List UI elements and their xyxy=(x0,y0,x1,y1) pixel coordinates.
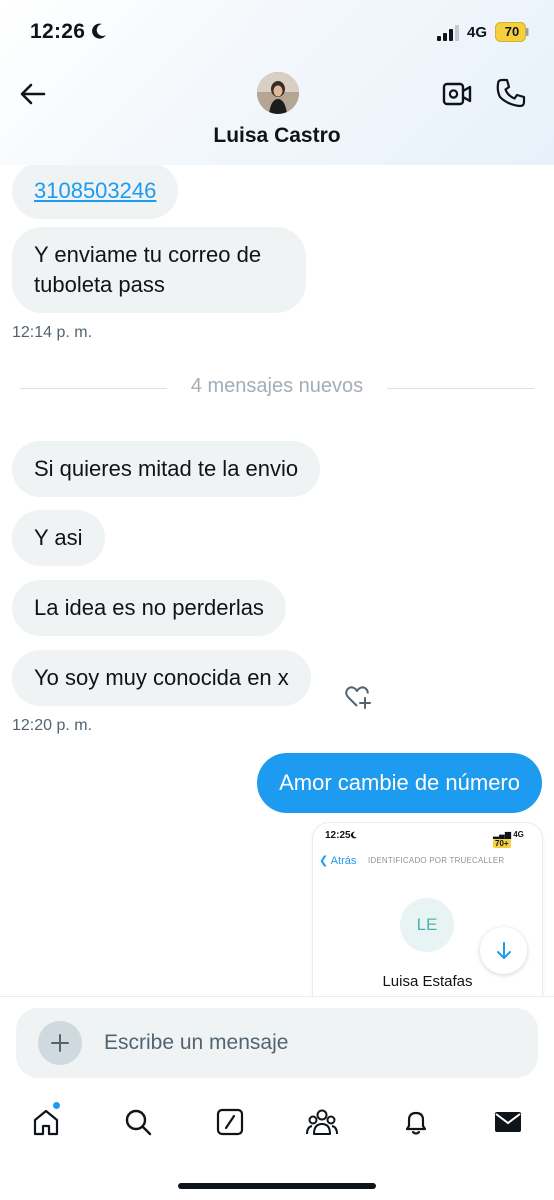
nav-messages[interactable] xyxy=(488,1102,528,1142)
add-reaction-icon[interactable] xyxy=(343,681,373,711)
message-text: Y asi xyxy=(34,525,83,550)
back-arrow-icon xyxy=(20,83,46,105)
outgoing-message-bubble[interactable]: Amor cambie de número xyxy=(257,753,542,813)
nav-communities[interactable] xyxy=(302,1102,342,1142)
grok-icon xyxy=(216,1108,244,1136)
image-battery: 70+ xyxy=(493,839,511,848)
battery-icon: 70 xyxy=(495,22,529,42)
nav-notifications[interactable] xyxy=(396,1102,436,1142)
message-text[interactable]: 3108503246 xyxy=(34,178,156,203)
message-bubble[interactable]: Y enviame tu correo de tuboleta pass xyxy=(12,227,306,313)
bell-icon xyxy=(405,1111,427,1135)
image-back-link: ❮ Atrás xyxy=(319,854,356,867)
bottom-nav xyxy=(0,1090,554,1160)
battery-level: 70 xyxy=(504,24,520,39)
message-text: Si quieres mitad te la envio xyxy=(34,456,299,481)
video-camera-icon xyxy=(442,82,472,106)
message-bubble[interactable]: Y asi xyxy=(12,510,105,566)
status-time: 12:26 xyxy=(30,20,86,43)
message-text: Yo soy muy conocida en x xyxy=(34,665,289,690)
image-back-label: Atrás xyxy=(330,855,357,867)
message-input[interactable] xyxy=(104,1008,464,1078)
home-indicator xyxy=(178,1183,376,1189)
nav-grok[interactable] xyxy=(210,1102,250,1142)
add-media-button[interactable] xyxy=(38,1021,82,1065)
nav-home[interactable] xyxy=(26,1102,66,1142)
message-bubble[interactable]: Yo soy muy conocida en x xyxy=(12,650,311,706)
composer-divider xyxy=(0,996,554,997)
image-status-icons: ▂▄▆ 4G 70+ xyxy=(493,830,524,848)
message-text: Y enviame tu correo de tuboleta pass xyxy=(34,242,262,297)
avatar-photo-icon xyxy=(257,72,299,114)
message-composer[interactable] xyxy=(16,1008,538,1078)
phone-call-button[interactable] xyxy=(494,76,528,110)
message-bubble[interactable]: Si quieres mitad te la envio xyxy=(12,441,321,497)
home-notification-dot xyxy=(53,1102,60,1109)
signal-icon xyxy=(437,25,459,41)
image-contact-initials: LE xyxy=(400,898,454,952)
divider-line-right xyxy=(387,388,534,389)
search-icon xyxy=(125,1109,152,1136)
contact-name[interactable]: Luisa Castro xyxy=(0,124,554,148)
message-timestamp: 12:20 p. m. xyxy=(12,717,93,734)
network-label: 4G xyxy=(467,24,488,41)
phone-icon xyxy=(496,78,526,108)
communities-icon xyxy=(306,1109,338,1135)
image-identified-label: IDENTIFICADO POR TRUECALLER xyxy=(368,856,505,865)
message-bubble[interactable]: La idea es no perderlas xyxy=(12,580,286,636)
avatar[interactable] xyxy=(257,72,299,114)
image-status-time: 12:25 xyxy=(325,830,351,841)
status-bar: 12:26 4G 70 xyxy=(0,0,554,62)
arrow-down-icon xyxy=(496,941,511,959)
chat-area[interactable]: 3108503246 Y enviame tu correo de tubole… xyxy=(0,165,554,997)
image-network: 4G xyxy=(513,830,524,839)
new-messages-divider: 4 mensajes nuevos xyxy=(190,375,364,397)
message-bubble-phone-link[interactable]: 3108503246 xyxy=(12,165,179,219)
back-button[interactable] xyxy=(16,77,50,111)
scroll-to-bottom-button[interactable] xyxy=(480,927,527,974)
home-icon xyxy=(33,1109,59,1136)
message-timestamp: 12:14 p. m. xyxy=(12,324,93,341)
image-moon-icon xyxy=(350,831,358,839)
message-text: La idea es no perderlas xyxy=(34,595,264,620)
image-contact-name: Luisa Estafas xyxy=(382,973,473,990)
plus-icon xyxy=(51,1034,69,1052)
message-text: Amor cambie de número xyxy=(279,770,520,795)
envelope-icon xyxy=(495,1112,521,1132)
moon-icon xyxy=(92,23,106,39)
nav-search[interactable] xyxy=(118,1102,158,1142)
video-call-button[interactable] xyxy=(441,78,473,110)
voice-waveform-icon[interactable] xyxy=(486,1028,516,1058)
image-chevron-left-icon: ❮ xyxy=(319,855,329,867)
